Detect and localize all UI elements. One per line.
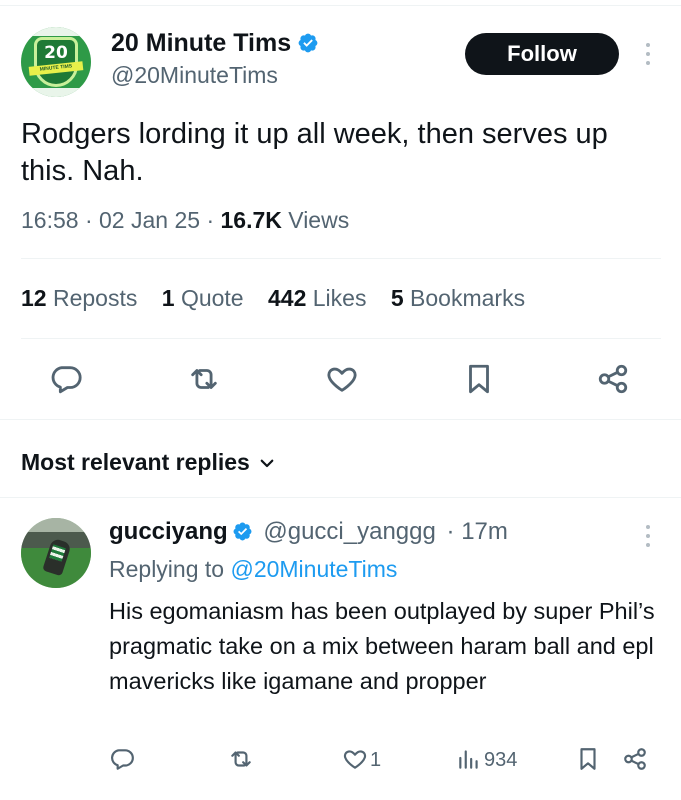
reply-reply-button[interactable] <box>109 746 135 776</box>
quotes-label: Quote <box>180 285 244 311</box>
share-icon[interactable] <box>596 362 630 396</box>
bookmark-icon[interactable] <box>462 362 496 396</box>
reply-likes-count: 1 <box>370 749 382 771</box>
likes-stat[interactable]: 442 Likes <box>268 285 366 311</box>
reply-header: gucciyang @gucci_yanggg · 17m <box>109 518 508 546</box>
divider <box>0 419 681 420</box>
replying-to: Replying to @20MinuteTims <box>109 556 397 583</box>
reply-icon[interactable] <box>49 362 83 396</box>
divider <box>21 258 661 259</box>
reply-like-button[interactable]: 1 <box>342 746 381 776</box>
views-icon <box>459 750 478 769</box>
replying-to-prefix: Replying to <box>109 556 225 582</box>
more-vertical-icon[interactable] <box>636 522 660 554</box>
tweet-meta: 16:58 · 02 Jan 25 · 16.7K Views <box>21 207 349 234</box>
views-label: Views <box>288 207 350 233</box>
engagement-stats: 12 Reposts 1 Quote 442 Likes 5 Bookmarks <box>21 285 543 312</box>
reply-avatar[interactable] <box>21 518 91 588</box>
follow-button[interactable]: Follow <box>465 33 619 75</box>
repost-icon[interactable] <box>187 362 221 396</box>
bookmark-icon <box>580 748 596 770</box>
likes-label: Likes <box>312 285 367 311</box>
reply-text: His egomaniasm has been outplayed by sup… <box>109 598 655 694</box>
avatar-crest-number: 20 <box>44 43 68 63</box>
more-vertical-icon[interactable] <box>636 40 660 72</box>
author-handle[interactable]: @20MinuteTims <box>111 62 278 89</box>
verified-badge-icon <box>233 522 252 541</box>
verified-badge-icon <box>298 33 318 53</box>
avatar-crest: 20 MINUTE TIMS <box>28 37 84 87</box>
author-avatar[interactable]: 20 MINUTE TIMS <box>21 27 91 97</box>
reply-time[interactable]: 17m <box>461 518 508 545</box>
like-icon[interactable] <box>325 362 359 396</box>
quotes-stat[interactable]: 1 Quote <box>162 285 244 311</box>
reply-repost-button[interactable] <box>228 746 254 776</box>
replying-to-mention[interactable]: @20MinuteTims <box>230 556 397 582</box>
author-name-row[interactable]: 20 Minute Tims <box>111 29 319 58</box>
divider <box>0 497 681 498</box>
repost-icon <box>231 751 251 767</box>
reply-share-button[interactable] <box>622 746 648 776</box>
reply-icon <box>111 749 134 770</box>
share-icon <box>624 748 646 770</box>
likes-count: 442 <box>267 285 307 311</box>
bookmarks-stat[interactable]: 5 Bookmarks <box>391 285 525 311</box>
reposts-stat[interactable]: 12 Reposts <box>21 285 137 311</box>
meta-separator: · <box>84 207 93 233</box>
reply-separator: · <box>446 518 455 545</box>
like-icon <box>343 750 367 769</box>
author-name[interactable]: 20 Minute Tims <box>111 29 291 57</box>
reply-author-handle[interactable]: @gucci_yanggg <box>263 518 435 545</box>
bookmarks-label: Bookmarks <box>410 285 526 311</box>
tweet-time[interactable]: 16:58 <box>21 207 79 233</box>
top-divider <box>0 0 681 6</box>
quotes-count: 1 <box>161 285 175 311</box>
reply-views-count: 934 <box>484 749 518 771</box>
avatar-hoop-stripe <box>21 88 91 97</box>
reposts-count: 12 <box>21 285 47 311</box>
replies-sort-label: Most relevant replies <box>21 449 250 475</box>
reply-author-name[interactable]: gucciyang <box>109 518 228 545</box>
reply-views-button[interactable]: 934 <box>456 746 517 776</box>
views-count: 16.7K <box>220 207 282 233</box>
divider <box>21 338 661 339</box>
bookmarks-count: 5 <box>390 285 404 311</box>
chevron-down-icon <box>260 459 274 468</box>
reposts-label: Reposts <box>52 285 138 311</box>
reply-bookmark-button[interactable] <box>575 746 601 776</box>
avatar-hoop-stripe <box>21 27 91 36</box>
replies-sort-dropdown[interactable]: Most relevant replies <box>21 449 276 476</box>
tweet-date[interactable]: 02 Jan 25 <box>99 207 200 233</box>
avatar-crest-ribbon: MINUTE TIMS <box>28 61 84 76</box>
meta-separator: · <box>206 207 215 233</box>
tweet-text: Rodgers lording it up all week, then ser… <box>21 118 608 187</box>
